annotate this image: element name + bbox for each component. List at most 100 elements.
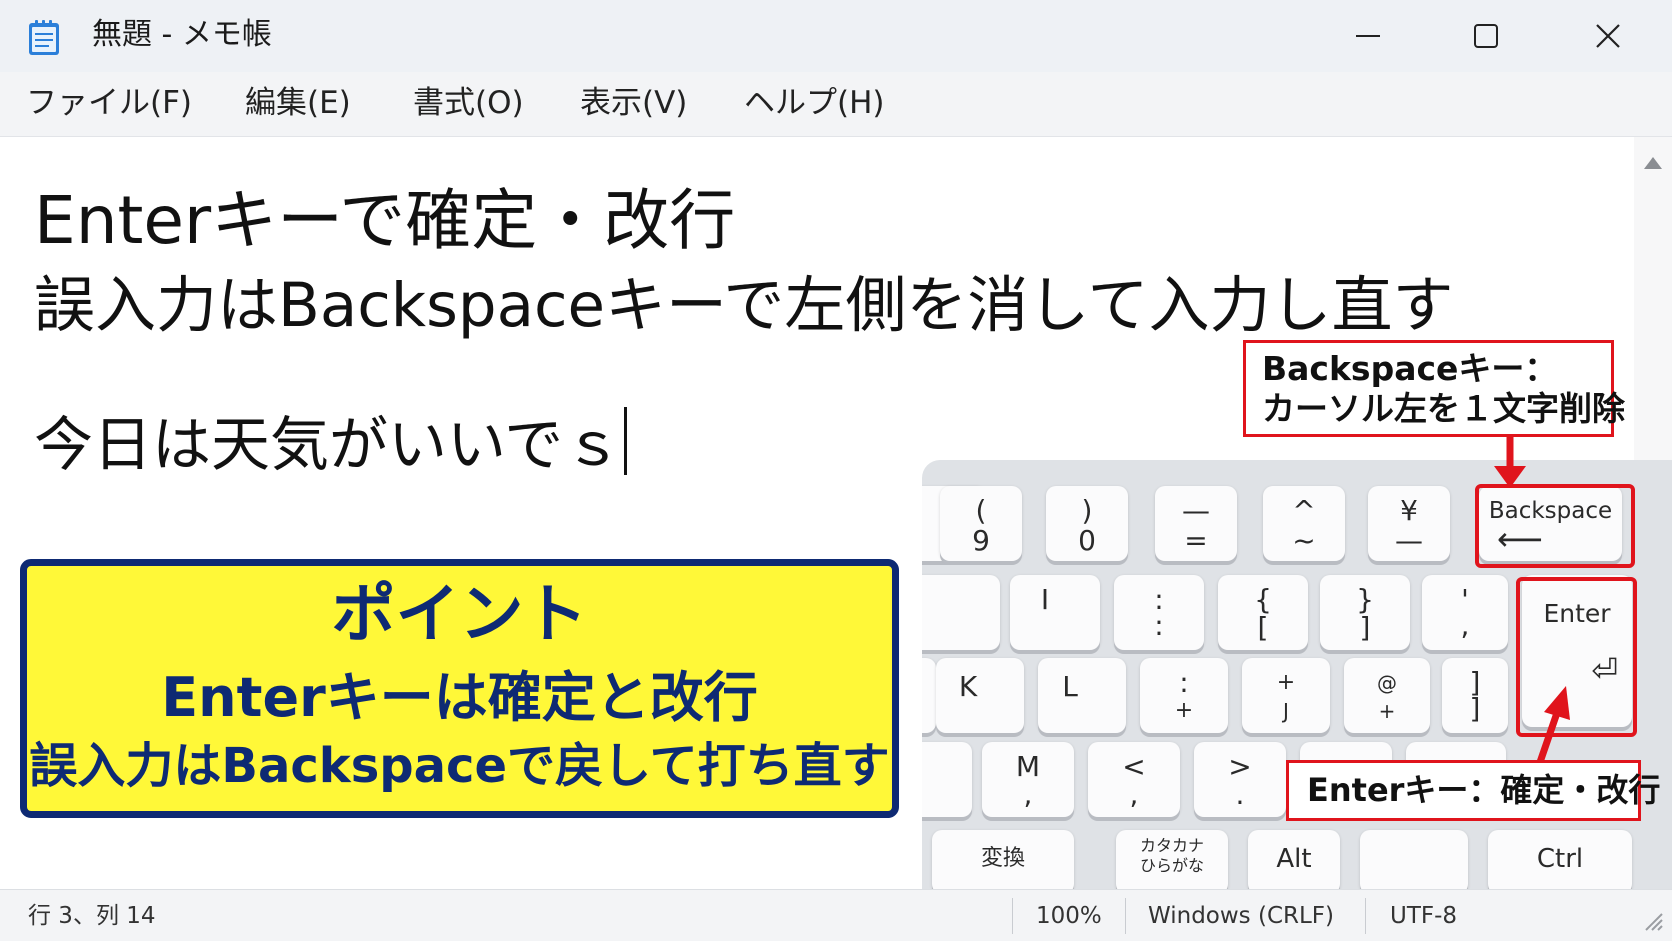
line-ending[interactable]: Windows (CRLF) [1148, 902, 1334, 930]
key-semicolon-top: : [1179, 666, 1189, 699]
key-9-bottom: 9 [972, 524, 990, 557]
key-0-top: ) [1081, 494, 1093, 527]
key-caret: ^ ~ [1263, 486, 1345, 561]
key-k: K [936, 658, 1024, 733]
key-n-partial [922, 742, 972, 817]
point-title: ポイント [331, 578, 588, 652]
key-at-top: @ [1377, 671, 1397, 695]
minimize-icon [1356, 35, 1380, 37]
backspace-key-highlight [1475, 484, 1635, 568]
key-colon-2-bottom: : [1154, 609, 1164, 642]
key-caret-bottom: ~ [1292, 524, 1316, 557]
title-bar: 無題 - メモ帳 [0, 0, 1672, 72]
key-9-top: ( [975, 494, 987, 527]
editor-line-3-text: 今日は天気がいいでｓ [34, 410, 623, 479]
key-quote-bottom: , [1460, 609, 1470, 642]
minimize-button[interactable] [1318, 8, 1418, 64]
key-bracket-close-bottom: ] [1359, 611, 1371, 644]
key-blank [1360, 830, 1468, 889]
key-caret-top: ^ [1292, 494, 1316, 527]
key-bracket-2-bottom: ] [1469, 692, 1481, 725]
key-alt-label: Alt [1276, 844, 1312, 874]
key-l: L [1038, 658, 1126, 733]
key-colon-2: : : [1114, 575, 1204, 650]
key-minus-bottom: = [1184, 524, 1208, 557]
key-at-bottom: + [1378, 699, 1396, 723]
point-line-2: 誤入力はBackspaceで戻して打ち直す [29, 738, 890, 794]
maximize-icon [1474, 24, 1498, 48]
key-o-partial [922, 575, 1000, 650]
key-plus-bottom: J [1283, 699, 1289, 723]
notepad-window: 無題 - メモ帳 ファイル(F) 編集(E) 書式(O) 表示(V) ヘルプ(H… [0, 0, 1672, 941]
menu-bar: ファイル(F) 編集(E) 書式(O) 表示(V) ヘルプ(H) [0, 72, 1672, 137]
key-0-bottom: 0 [1078, 524, 1096, 557]
menu-format[interactable]: 書式(O) [413, 80, 524, 126]
key-comma: < , [1088, 742, 1180, 817]
cursor-position: 行 3、列 14 [28, 903, 156, 929]
key-yen-top: ¥ [1400, 494, 1418, 527]
key-bracket-close: } ] [1320, 575, 1410, 650]
status-divider [1365, 898, 1366, 934]
key-bracket-open: { [ [1218, 575, 1308, 650]
callout-arrow-down-icon [1494, 436, 1526, 488]
close-icon [1596, 24, 1620, 48]
callout-arrow-up-icon [1534, 686, 1570, 770]
encoding[interactable]: UTF-8 [1390, 902, 1457, 930]
key-quote: ' , [1422, 575, 1508, 650]
key-semicolon: : + [1140, 658, 1228, 733]
key-plus: + J [1242, 658, 1330, 733]
key-henkan: 変換 [932, 830, 1074, 889]
key-ctrl-label: Ctrl [1536, 844, 1584, 874]
key-yen-bottom: — [1395, 524, 1423, 557]
key-kana: カタカナ ひらがな [1116, 830, 1228, 889]
key-0: ) 0 [1046, 486, 1128, 561]
scroll-up-arrow-icon[interactable] [1634, 143, 1672, 183]
key-9: ( 9 [940, 486, 1022, 561]
key-bracket-2: ] ] [1442, 658, 1508, 733]
status-divider [1125, 898, 1126, 934]
menu-file[interactable]: ファイル(F) [26, 80, 192, 126]
key-henkan-label: 変換 [980, 846, 1025, 871]
point-line-1: Enterキーは確定と改行 [161, 666, 758, 729]
menu-view[interactable]: 表示(V) [580, 80, 687, 126]
key-i: I [1010, 575, 1100, 650]
key-minus-top: — [1182, 494, 1210, 527]
editor-line-1: Enterキーで確定・改行 [34, 182, 736, 259]
key-alt: Alt [1248, 830, 1340, 889]
key-plus-top: + [1276, 670, 1296, 695]
key-period-bottom: . [1235, 778, 1245, 811]
key-i-top: I [1040, 583, 1050, 616]
backspace-callout-line-1: Backspaceキー： [1262, 349, 1558, 388]
editor-line-2: 誤入力はBackspaceキーで左側を消して入力し直す [34, 270, 1454, 341]
window-title: 無題 - メモ帳 [92, 17, 272, 52]
key-period: > . [1194, 742, 1286, 817]
zoom-level[interactable]: 100% [1036, 902, 1102, 930]
maximize-button[interactable] [1436, 8, 1536, 64]
key-bracket-open-bottom: [ [1257, 611, 1269, 644]
backspace-callout-line-2: カーソル左を１文字削除 [1262, 389, 1625, 428]
resize-grip-icon[interactable] [1640, 908, 1664, 932]
backspace-callout: Backspaceキー： カーソル左を１文字削除 [1243, 340, 1625, 437]
editor-line-3: 今日は天気がいいでｓ [34, 397, 628, 482]
key-kana-bottom: ひらがな [1139, 856, 1204, 875]
key-ctrl: Ctrl [1488, 830, 1632, 889]
status-bar: 行 3、列 14 100% Windows (CRLF) UTF-8 [0, 889, 1672, 941]
key-k-top: K [958, 670, 978, 703]
menu-edit[interactable]: 編集(E) [245, 80, 351, 126]
key-m-bottom: , [1023, 778, 1033, 811]
key-yen: ¥ — [1368, 486, 1450, 561]
key-m: M , [982, 742, 1074, 817]
notepad-icon [29, 20, 59, 55]
key-minus: — = [1155, 486, 1237, 561]
status-divider [1012, 898, 1013, 934]
point-box: ポイント Enterキーは確定と改行 誤入力はBackspaceで戻して打ち直す [20, 559, 899, 818]
enter-callout: Enterキー：確定・改行 [1286, 760, 1660, 821]
key-at: @ + [1344, 658, 1430, 733]
key-semicolon-bottom: + [1174, 698, 1194, 723]
key-kana-top: カタカナ [1139, 836, 1204, 855]
key-l-top: L [1062, 670, 1078, 703]
text-caret [624, 407, 628, 475]
key-comma-bottom: , [1129, 778, 1139, 811]
close-button[interactable] [1558, 8, 1658, 64]
menu-help[interactable]: ヘルプ(H) [744, 80, 885, 126]
